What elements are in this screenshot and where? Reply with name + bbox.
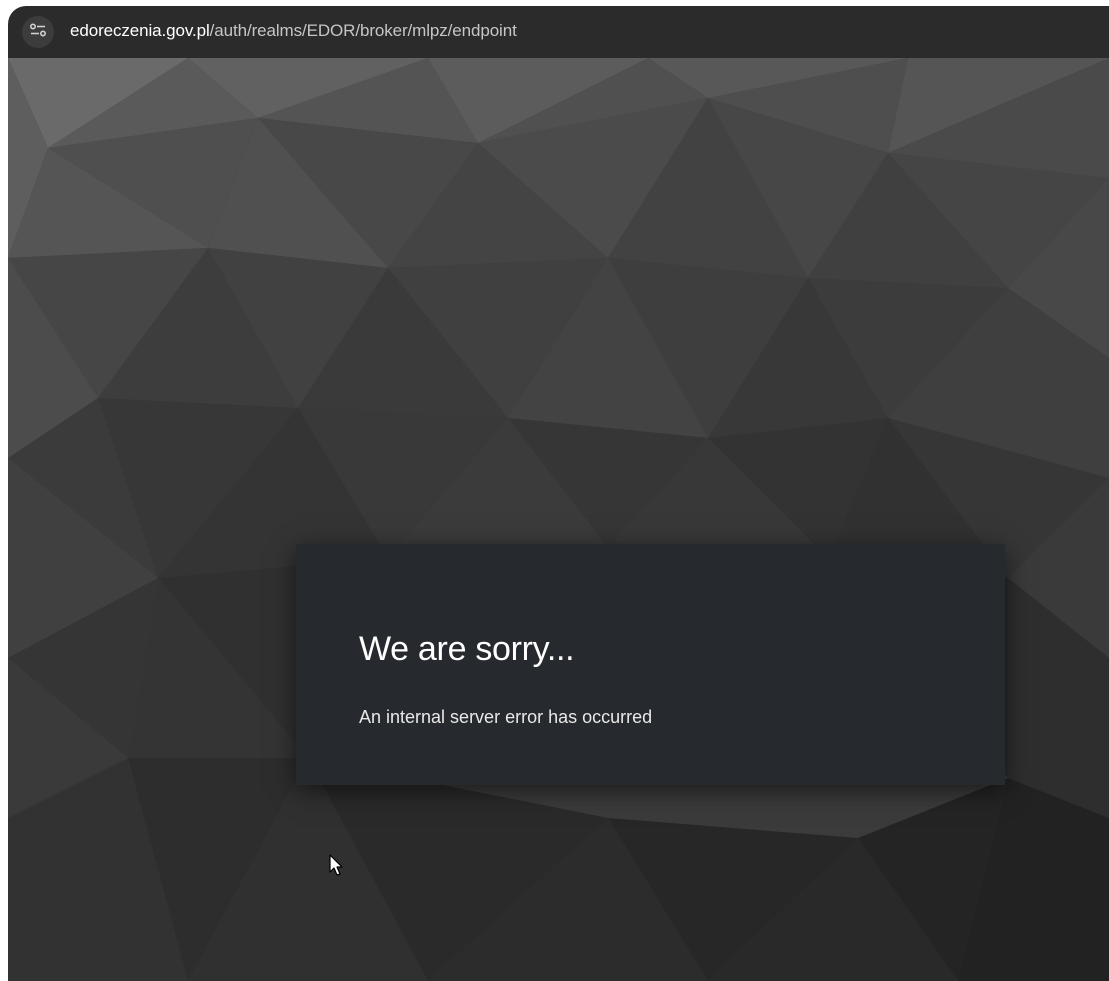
low-poly-background [8, 58, 1109, 981]
error-message: An internal server error has occurred [359, 707, 653, 727]
error-card: We are sorry... An internal server error… [296, 544, 1005, 785]
mouse-pointer-icon [329, 854, 343, 876]
tune-icon [29, 22, 47, 42]
address-bar[interactable]: edoreczenia.gov.pl/auth/realms/EDOR/brok… [8, 6, 1109, 58]
site-info-button[interactable] [22, 16, 54, 48]
error-title: We are sorry... [359, 630, 575, 668]
url-field[interactable]: edoreczenia.gov.pl/auth/realms/EDOR/brok… [70, 21, 517, 41]
browser-window: edoreczenia.gov.pl/auth/realms/EDOR/brok… [0, 0, 1109, 981]
url-path: /auth/realms/EDOR/broker/mlpz/endpoint [209, 21, 517, 40]
url-domain: edoreczenia.gov.pl [70, 21, 210, 40]
page-viewport: We are sorry... An internal server error… [8, 58, 1109, 981]
